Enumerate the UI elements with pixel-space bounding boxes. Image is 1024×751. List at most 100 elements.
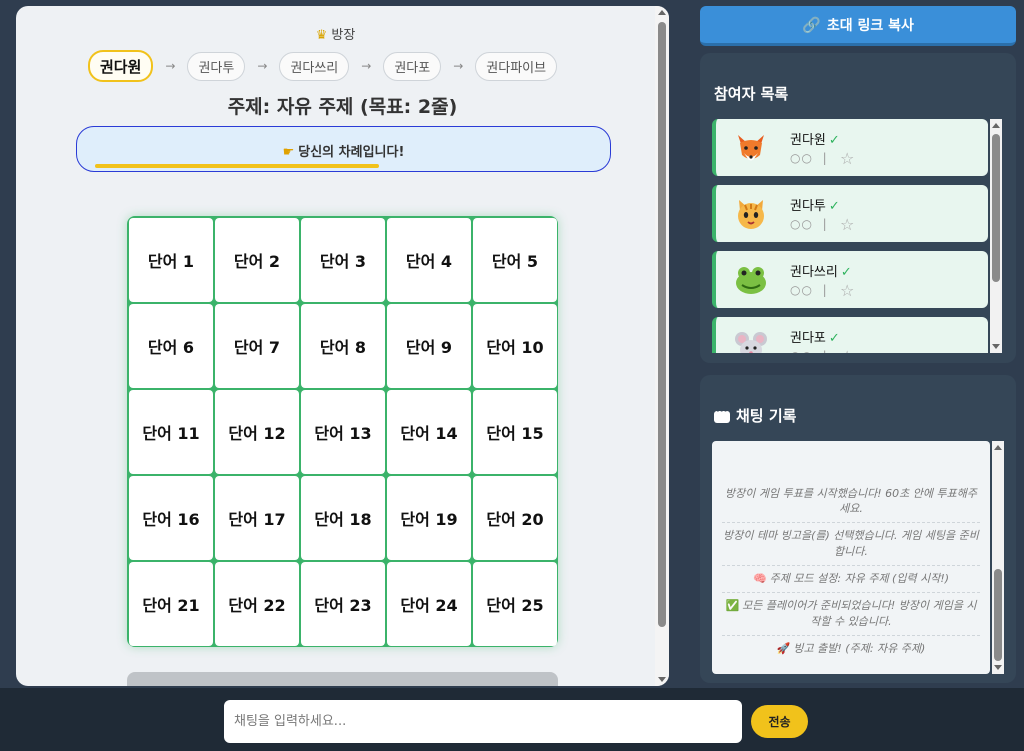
bingo-cell[interactable]: 단어 1 [129, 218, 213, 302]
chat-input[interactable] [224, 700, 742, 743]
bingo-cell[interactable]: 단어 12 [215, 390, 299, 474]
status-dots: ○○ [790, 283, 813, 297]
arrow-right-icon: → [257, 59, 268, 73]
bingo-board: 단어 1 단어 2 단어 3 단어 4 단어 5 단어 6 단어 7 단어 8 단어 9 단어 1… [127, 216, 558, 647]
chat-history-panel: 채팅 기록 방장이 게임 투표를 시작했습니다! 60초 안에 투표해주세요.방… [700, 375, 1016, 683]
chat-message: ✅ 모든 플레이어가 준비되었습니다! 방장이 게임을 시작할 수 있습니다. [722, 593, 980, 637]
turn-player-4: 권다포 [383, 51, 442, 81]
bingo-cell[interactable]: 단어 14 [387, 390, 471, 474]
divider: | [823, 349, 828, 353]
invite-button-label: 초대 링크 복사 [826, 17, 914, 34]
scroll-down-icon[interactable] [994, 665, 1002, 670]
chat-message: 방장이 테마 빙고을(를) 선택했습니다. 게임 세팅을 준비합니다. [722, 523, 980, 567]
link-icon: 🔗 [802, 15, 821, 34]
topic-title: 주제: 자유 주제 (목표: 2줄) [227, 96, 458, 118]
star-icon[interactable]: ☆ [840, 347, 854, 353]
bingo-cell[interactable]: 단어 3 [301, 218, 385, 302]
bingo-cell[interactable]: 단어 19 [387, 476, 471, 560]
bingo-cell[interactable]: 단어 5 [473, 218, 557, 302]
participants-scrollbar[interactable] [990, 119, 1002, 353]
fox-icon [734, 131, 768, 165]
message-emoji-icon: 🧠 [752, 572, 767, 586]
bingo-cell[interactable]: 단어 4 [387, 218, 471, 302]
scroll-down-icon[interactable] [658, 677, 666, 682]
scroll-thumb[interactable] [992, 134, 1000, 282]
participant-name: 권다원 [790, 133, 826, 148]
host-label: 방장 [331, 28, 356, 43]
participant-list: 권다원✓○○ |☆권다투✓○○ |☆권다쓰리✓○○ |☆권다포✓○○ |☆ [712, 119, 988, 353]
scroll-up-icon[interactable] [994, 445, 1002, 450]
cat-icon [734, 197, 768, 231]
arrow-right-icon: → [453, 59, 464, 73]
chat-message: 🚀 빙고 출발! (주제: 자유 주제) [776, 642, 926, 656]
turn-banner: ☛ 당신의 차례입니다! [76, 126, 611, 172]
bingo-cell[interactable]: 단어 2 [215, 218, 299, 302]
chat-message: 🧠 주제 모드 설정: 자유 주제 (입력 시작!) [722, 566, 980, 594]
host-indicator: ♛ 방장 [16, 24, 655, 43]
participant-name: 권다투 [790, 199, 826, 214]
turn-order: 권다원 → 권다투 → 권다쓰리 → 권다포 → 권다파이브 [88, 50, 558, 82]
bingo-cell[interactable]: 단어 7 [215, 304, 299, 388]
bingo-cell[interactable]: 단어 15 [473, 390, 557, 474]
participant-name: 권다쓰리 [790, 265, 838, 280]
divider: | [822, 217, 828, 231]
bingo-cell[interactable]: 단어 23 [301, 562, 385, 646]
chat-message: 방장이 게임 투표를 시작했습니다! 60초 안에 투표해주세요. [722, 481, 980, 524]
bingo-cell[interactable]: 단어 16 [129, 476, 213, 560]
bingo-cell[interactable]: 단어 10 [473, 304, 557, 388]
chat-scrollbar[interactable] [992, 441, 1004, 674]
mouse-icon [734, 329, 768, 353]
bingo-cell[interactable]: 단어 22 [215, 562, 299, 646]
arrow-right-icon: → [361, 59, 372, 73]
bingo-cell[interactable]: 단어 11 [129, 390, 213, 474]
scroll-up-icon[interactable] [658, 10, 666, 15]
chat-history-title: 채팅 기록 [714, 405, 796, 426]
bingo-cell[interactable]: 단어 24 [387, 562, 471, 646]
star-icon[interactable]: ☆ [840, 281, 854, 300]
send-button[interactable]: 전송 [751, 705, 808, 738]
participant-item: 권다쓰리 ✓ ○○ | ☆ [712, 251, 988, 308]
turn-timer-bar [95, 164, 379, 168]
participant-item: 권다포✓ ○○ | ☆ [712, 317, 988, 353]
bingo-cell[interactable]: 단어 17 [215, 476, 299, 560]
chat-log: 방장이 게임 투표를 시작했습니다! 60초 안에 투표해주세요. 방장이 테마 … [712, 441, 990, 674]
star-icon[interactable]: ☆ [840, 149, 854, 168]
arrow-right-icon: → [165, 59, 176, 73]
scroll-down-icon[interactable] [992, 344, 1000, 349]
bingo-cell[interactable]: 단어 21 [129, 562, 213, 646]
status-dots: ○○ [790, 217, 813, 231]
turn-player-3: 권다쓰리 [279, 51, 350, 81]
turn-message: 당신의 차례입니다! [298, 145, 405, 160]
participant-name: 권다포 [790, 331, 826, 346]
check-icon: ✓ [828, 133, 840, 148]
bingo-cell[interactable]: 단어 20 [473, 476, 557, 560]
bingo-cell[interactable]: 단어 18 [301, 476, 385, 560]
scroll-up-icon[interactable] [992, 123, 1000, 128]
turn-player-2: 권다투 [187, 51, 246, 81]
scroll-thumb[interactable] [658, 22, 666, 627]
message-emoji-icon: 🚀 [776, 642, 791, 656]
participant-item: 권다원 ✓ ○○ | ☆ [712, 119, 988, 176]
copy-invite-link-button[interactable]: 🔗 초대 링크 복사 [700, 6, 1016, 46]
star-icon[interactable]: ☆ [840, 215, 854, 234]
game-panel: ♛ 방장 권다원 → 권다투 → 권다쓰리 → 권다포 → 권다파이브 주제: 자… [16, 6, 669, 686]
bingo-cell[interactable]: 단어 6 [129, 304, 213, 388]
pointing-hand-icon: ☛ [282, 145, 295, 160]
participant-item: 권다투 ✓ ○○ | ☆ [712, 185, 988, 242]
scroll-thumb[interactable] [994, 569, 1002, 661]
board-action-bar[interactable] [127, 672, 558, 686]
status-dots: ○○ [790, 349, 813, 353]
message-emoji-icon: ✅ [725, 599, 740, 613]
check-icon: ✓ [828, 331, 840, 346]
frog-icon [734, 263, 768, 297]
bingo-cell[interactable]: 단어 25 [473, 562, 557, 646]
chat-input-bar: 전송 [0, 688, 1024, 751]
participants-panel: 참여자 목록 권다원✓○○ |☆권다투✓○○ |☆권다쓰리✓○○ |☆권다포✓○… [700, 53, 1016, 363]
chat-bubble-icon [714, 406, 730, 423]
bingo-cell[interactable]: 단어 13 [301, 390, 385, 474]
status-dots: ○○ [790, 151, 813, 165]
game-panel-scrollbar[interactable] [655, 6, 669, 686]
check-icon: ✓ [840, 265, 852, 280]
bingo-cell[interactable]: 단어 8 [301, 304, 385, 388]
bingo-cell[interactable]: 단어 9 [387, 304, 471, 388]
